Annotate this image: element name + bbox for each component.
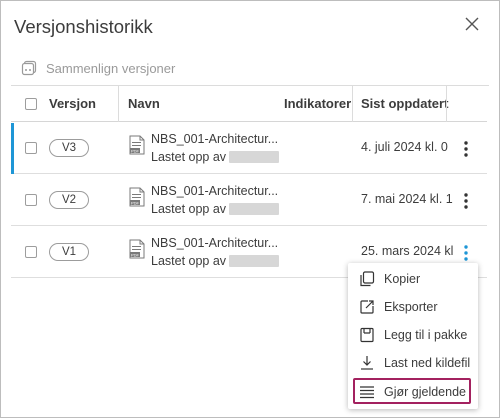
version-history-dialog: Versjonshistorikk Sammenlign versjoner V… xyxy=(0,0,500,418)
compare-versions-label: Sammenlign versjoner xyxy=(46,60,176,76)
select-all-checkbox[interactable] xyxy=(25,98,37,110)
last-updated-date: 25. mars 2024 kl. xyxy=(361,244,453,258)
export-icon xyxy=(358,298,376,316)
close-icon[interactable] xyxy=(463,15,481,33)
menu-item-make-current[interactable]: Gjør gjeldende xyxy=(348,378,478,406)
menu-item-download-source[interactable]: Last ned kildefil xyxy=(348,349,478,377)
copy-icon xyxy=(358,270,376,288)
make-current-icon xyxy=(358,383,376,401)
file-name[interactable]: NBS_001-Architectur... xyxy=(151,132,278,146)
compare-icon xyxy=(21,60,37,76)
svg-text:PDF: PDF xyxy=(131,200,140,205)
table-header: Versjon Navn Indikatorer Sist oppdatert xyxy=(11,86,487,122)
menu-item-label: Gjør gjeldende xyxy=(384,385,466,399)
column-header-last-updated[interactable]: Sist oppdatert xyxy=(361,96,448,111)
redacted-user-name xyxy=(229,255,280,267)
uploaded-by-label: Lastet opp av xyxy=(151,150,227,164)
pdf-file-icon: PDF xyxy=(129,187,145,207)
uploaded-by: Lastet opp av xyxy=(151,202,280,216)
uploaded-by: Lastet opp av xyxy=(151,254,280,268)
selected-row-indicator xyxy=(11,123,14,174)
last-updated-date: 7. mai 2024 kl. 1 xyxy=(361,192,453,206)
column-header-indicators[interactable]: Indikatorer xyxy=(284,96,351,111)
menu-item-label: Legg til i pakke xyxy=(384,328,468,342)
uploaded-by-label: Lastet opp av xyxy=(151,202,227,216)
file-name[interactable]: NBS_001-Architectur... xyxy=(151,236,278,250)
menu-item-add-to-package[interactable]: Legg til i pakke xyxy=(348,321,478,349)
file-name[interactable]: NBS_001-Architectur... xyxy=(151,184,278,198)
download-icon xyxy=(358,354,376,372)
column-divider xyxy=(352,86,353,122)
package-icon xyxy=(358,326,376,344)
table-row[interactable]: V3 PDF NBS_001-Architectur... Lastet opp… xyxy=(11,123,487,174)
row-checkbox[interactable] xyxy=(25,246,37,258)
version-badge: V1 xyxy=(49,243,89,261)
last-updated-date: 4. juli 2024 kl. 0 xyxy=(361,140,448,154)
version-badge: V2 xyxy=(49,191,89,209)
redacted-user-name xyxy=(229,203,280,215)
column-header-name[interactable]: Navn xyxy=(128,96,160,111)
more-options-icon[interactable] xyxy=(460,139,472,159)
menu-item-label: Last ned kildefil xyxy=(384,356,471,370)
more-options-icon[interactable] xyxy=(460,191,472,211)
uploaded-by-label: Lastet opp av xyxy=(151,254,227,268)
menu-item-label: Kopier xyxy=(384,272,421,286)
uploaded-by: Lastet opp av xyxy=(151,150,280,164)
pdf-file-icon: PDF xyxy=(129,239,145,259)
dialog-title: Versjonshistorikk xyxy=(14,16,153,37)
svg-text:PDF: PDF xyxy=(131,252,140,257)
menu-item-label: Eksporter xyxy=(384,300,438,314)
pdf-file-icon: PDF xyxy=(129,135,145,155)
more-options-icon[interactable] xyxy=(460,243,472,263)
redacted-user-name xyxy=(229,151,280,163)
row-actions-menu: Kopier Eksporter Legg til i pakke Last n… xyxy=(348,263,478,409)
menu-item-copy[interactable]: Kopier xyxy=(348,265,478,293)
row-checkbox[interactable] xyxy=(25,194,37,206)
version-badge: V3 xyxy=(49,139,89,157)
column-divider xyxy=(118,86,119,122)
row-checkbox[interactable] xyxy=(25,142,37,154)
column-divider xyxy=(446,86,447,122)
compare-versions-button[interactable]: Sammenlign versjoner xyxy=(21,58,175,78)
column-header-version[interactable]: Versjon xyxy=(49,96,96,111)
svg-text:PDF: PDF xyxy=(131,148,140,153)
menu-item-export[interactable]: Eksporter xyxy=(348,293,478,321)
table-row[interactable]: V2 PDF NBS_001-Architectur... Lastet opp… xyxy=(11,175,487,226)
